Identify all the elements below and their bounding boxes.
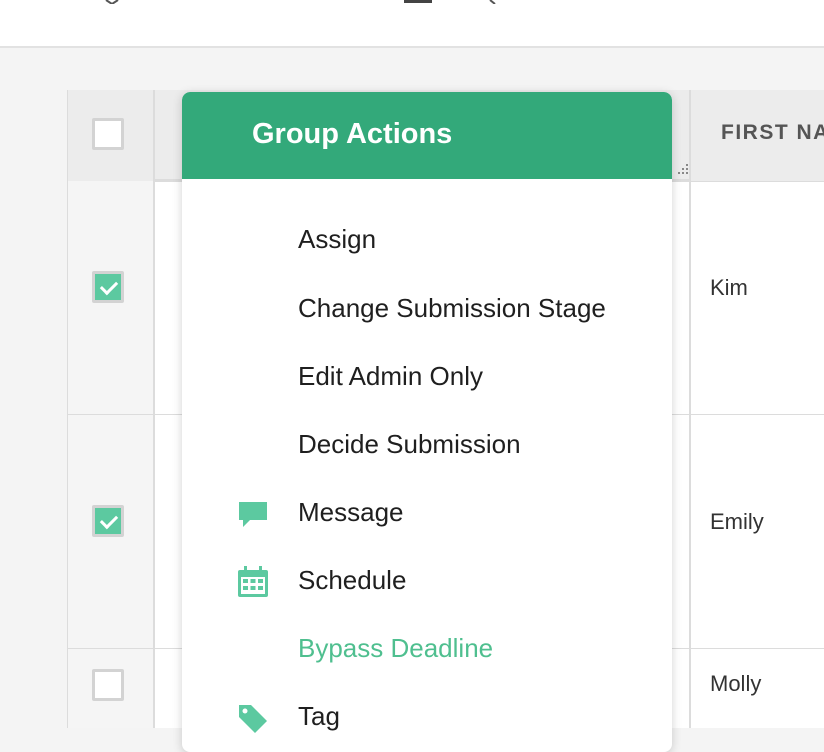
menu-item-label: Edit Admin Only: [298, 361, 483, 391]
select-all-checkbox[interactable]: [92, 118, 124, 150]
group-actions-menu: Group Actions Assign Change Submission S…: [182, 92, 672, 752]
chevron-icon[interactable]: [488, 0, 502, 4]
row-checkbox[interactable]: [92, 271, 124, 303]
group-actions-title: Group Actions: [252, 118, 453, 150]
calendar-icon: [238, 566, 268, 597]
menu-item-schedule[interactable]: Schedule: [182, 551, 672, 611]
menu-item-assign[interactable]: Assign: [182, 210, 672, 270]
menu-item-change-submission-stage[interactable]: Change Submission Stage: [182, 279, 672, 339]
menu-item-label: Change Submission Stage: [298, 293, 606, 323]
column-header-first-name[interactable]: FIRST NA: [721, 121, 824, 145]
menu-item-label: Assign: [298, 224, 377, 254]
menu-item-label: Bypass Deadline: [298, 633, 494, 663]
document-icon[interactable]: [404, 0, 432, 4]
speech-bubble-icon: [239, 502, 267, 527]
menu-item-label: Decide Submission: [298, 429, 521, 459]
menu-item-message[interactable]: Message: [182, 483, 672, 543]
menu-item-label: Tag: [298, 701, 340, 731]
menu-item-label: Schedule: [298, 565, 407, 595]
menu-item-edit-admin-only[interactable]: Edit Admin Only: [182, 347, 672, 407]
tag-icon: [239, 705, 267, 733]
first-name-cell: Kim: [710, 275, 748, 300]
first-name-cell: Emily: [710, 509, 764, 534]
menu-item-decide-submission[interactable]: Decide Submission: [182, 415, 672, 475]
group-actions-header[interactable]: Group Actions: [182, 92, 672, 179]
menu-item-label: Message: [298, 497, 404, 527]
menu-item-tag[interactable]: Tag: [182, 687, 672, 747]
menu-item-bypass-deadline[interactable]: Bypass Deadline: [182, 619, 672, 679]
resize-grip-icon[interactable]: [676, 162, 690, 176]
first-name-cell: Molly: [710, 671, 762, 696]
chevron-down-icon[interactable]: [104, 0, 120, 4]
top-toolbar: [0, 0, 824, 48]
row-checkbox[interactable]: [92, 669, 124, 701]
row-checkbox[interactable]: [92, 505, 124, 537]
